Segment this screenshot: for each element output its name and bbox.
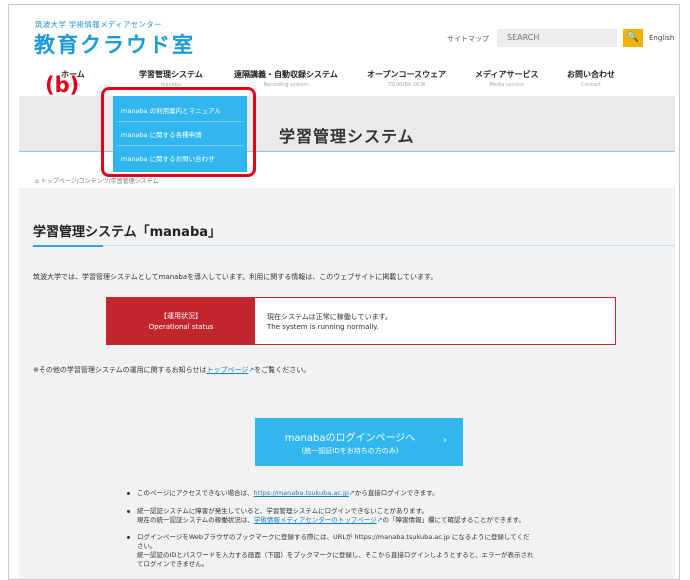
login-button-sublabel: (統一認証IDをお持ちの方のみ) xyxy=(301,447,399,455)
status-text-en: The system is running normally. xyxy=(267,323,379,331)
nav-item-manaba[interactable]: 学習管理システム manaba xyxy=(139,69,203,88)
login-button-label: manabaのログインページへ xyxy=(284,433,416,444)
annotation-label: (b) xyxy=(45,73,80,97)
list-item-continuation: さい。 xyxy=(137,542,157,551)
search-button[interactable]: 🔍 xyxy=(623,29,643,47)
notice-before: ※その他の学習管理システムの運用に関するお知らせは xyxy=(33,366,207,374)
search-input[interactable] xyxy=(497,29,617,47)
bullet-text: 現在の統一認証システムの稼働状況は、 xyxy=(137,516,254,524)
breadcrumb: ⌂ トップページ/コンテンツ/学習管理システム xyxy=(35,176,158,185)
bullet-text: から直接ログインできます。 xyxy=(354,489,439,497)
heading-underline-accent xyxy=(33,245,103,247)
page-banner-title: 学習管理システム xyxy=(279,127,415,146)
status-label-ja: 【運用状況】 xyxy=(160,312,202,320)
list-item: ログインページをWebブラウザのブックマークに登録する際には、URLが http… xyxy=(137,533,530,542)
breadcrumb-text[interactable]: トップページ/コンテンツ/学習管理システム xyxy=(41,178,159,185)
list-item-continuation: 統一認証のIDとパスワードを入力する画面（下図）をブックマークに登録し、そこから… xyxy=(137,551,533,560)
nav-label: 学習管理システム xyxy=(139,70,203,79)
page-heading: 学習管理システム「manaba」 xyxy=(33,225,222,240)
bullet-text: 統一認証システムに障害が発生していると、学習管理システムにログインできないことが… xyxy=(137,507,429,515)
manaba-login-button[interactable]: manabaのログインページへ (統一認証IDをお持ちの方のみ) › xyxy=(255,418,463,466)
nav-label: オープンコースウェア xyxy=(367,70,447,79)
notice-after: をご覧ください。 xyxy=(254,366,311,374)
nav-label: 遠隔講義・自動収録システム xyxy=(234,70,338,79)
bullet-text: 統一認証のIDとパスワードを入力する画面（下図）をブックマークに登録し、そこから… xyxy=(137,551,534,559)
nav-item-recording[interactable]: 遠隔講義・自動収録システム Recording system xyxy=(234,69,338,88)
bullet-dot xyxy=(127,492,130,495)
manaba-url-link[interactable]: https://manaba.tsukuba.ac.jp xyxy=(254,489,349,497)
notice-text: ※その他の学習管理システムの運用に関するお知らせはトップページ↗をご覧ください。 xyxy=(33,365,310,375)
nav-label: お問い合わせ xyxy=(567,70,615,79)
bullet-text: てログインできません。 xyxy=(137,560,209,568)
nav-sublabel: Media service xyxy=(489,82,524,88)
intro-text: 筑波大学では、学習管理システムとしてmanabaを導入しています。利用に関する情… xyxy=(33,273,438,281)
sitemap-link[interactable]: サイトマップ xyxy=(447,34,489,44)
bullet-text: の「障害情報」欄にて確認することができます。 xyxy=(382,516,525,524)
status-label-en: Operational status xyxy=(148,323,214,331)
nav-item-ocw[interactable]: オープンコースウェア TSUKUBA OCW xyxy=(367,69,446,88)
heading-underline xyxy=(33,245,675,246)
nav-sublabel: TSUKUBA OCW xyxy=(387,82,426,88)
list-item: このページにアクセスできない場合は、https://manaba.tsukuba… xyxy=(137,489,439,498)
list-item: 統一認証システムに障害が発生していると、学習管理システムにログインできないことが… xyxy=(137,507,428,516)
chevron-right-icon: › xyxy=(443,435,447,446)
browser-page-frame: 筑波大学 学術情報メディアセンター 教育クラウド室 サイトマップ 🔍 Engli… xyxy=(8,4,680,580)
bullet-text: ログインページをWebブラウザのブックマークに登録する際には、URLが http… xyxy=(137,533,530,541)
site-logo[interactable]: 教育クラウド室 xyxy=(34,29,195,59)
english-link[interactable]: English xyxy=(649,34,674,42)
list-item-continuation: てログインできません。 xyxy=(137,560,208,569)
nav-sublabel: Contact xyxy=(581,82,601,88)
nav-item-contact[interactable]: お問い合わせ Contact xyxy=(567,69,615,88)
operational-status-box: 【運用状況】 Operational status 現在システムは正常に稼働して… xyxy=(106,297,616,345)
search-icon: 🔍 xyxy=(626,32,640,43)
media-center-top-link[interactable]: 学術情報メディアセンターのトップページ xyxy=(254,516,377,524)
list-item-continuation: 現在の統一認証システムの稼働状況は、学術情報メディアセンターのトップページ↗の「… xyxy=(137,516,525,525)
bullet-dot xyxy=(127,510,130,513)
top-page-link[interactable]: トップページ xyxy=(207,366,249,374)
bullet-text: さい。 xyxy=(137,542,157,550)
bullet-text: このページにアクセスできない場合は、 xyxy=(137,489,254,497)
nav-item-media[interactable]: メディアサービス Media service xyxy=(475,69,538,88)
status-text-ja: 現在システムは正常に稼働しています。 xyxy=(267,313,392,321)
annotation-highlight-box xyxy=(101,87,256,177)
nav-label: メディアサービス xyxy=(475,70,539,79)
bullet-dot xyxy=(127,536,130,539)
status-label-block: 【運用状況】 Operational status xyxy=(107,298,255,344)
